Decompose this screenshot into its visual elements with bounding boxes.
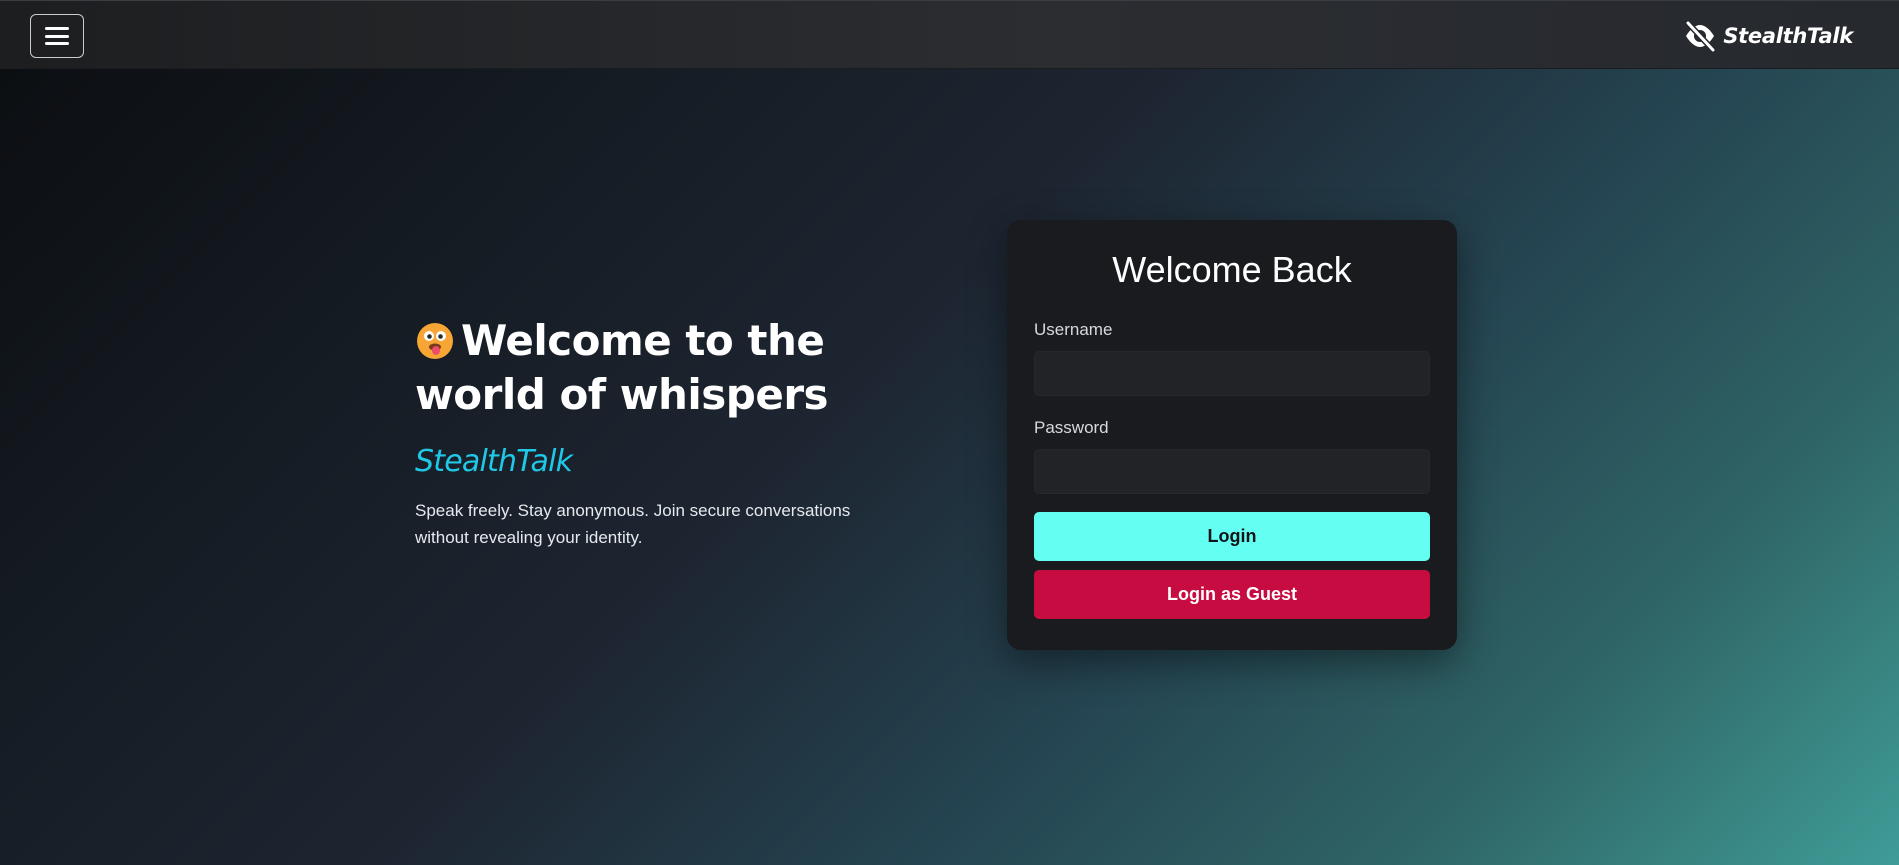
password-label: Password (1034, 418, 1109, 437)
hamburger-icon (45, 27, 69, 45)
login-card: Welcome Back Username Password Login Log… (1007, 220, 1457, 650)
username-label: Username (1034, 320, 1113, 339)
eye-slash-icon (1685, 20, 1717, 53)
login-as-guest-button[interactable]: Login as Guest (1034, 570, 1430, 619)
navbar: StealthTalk (0, 0, 1899, 69)
brand-name: StealthTalk (1723, 24, 1853, 48)
login-button[interactable]: Login (1034, 512, 1430, 561)
username-input[interactable] (1034, 351, 1430, 396)
face-with-tongue-icon (417, 323, 453, 359)
brand-logo[interactable]: StealthTalk (1683, 18, 1853, 54)
hero-title: Welcome to the world of whispers (415, 314, 885, 422)
hero-brand-name: StealthTalk (415, 444, 573, 479)
menu-toggle-button[interactable] (30, 14, 84, 58)
hero-description: Speak freely. Stay anonymous. Join secur… (415, 501, 851, 547)
hero-title-text: Welcome to the world of whispers (415, 316, 829, 419)
hero-section: Welcome to the world of whispers Stealth… (415, 314, 885, 551)
login-title: Welcome Back (1112, 249, 1352, 290)
password-input[interactable] (1034, 449, 1430, 494)
